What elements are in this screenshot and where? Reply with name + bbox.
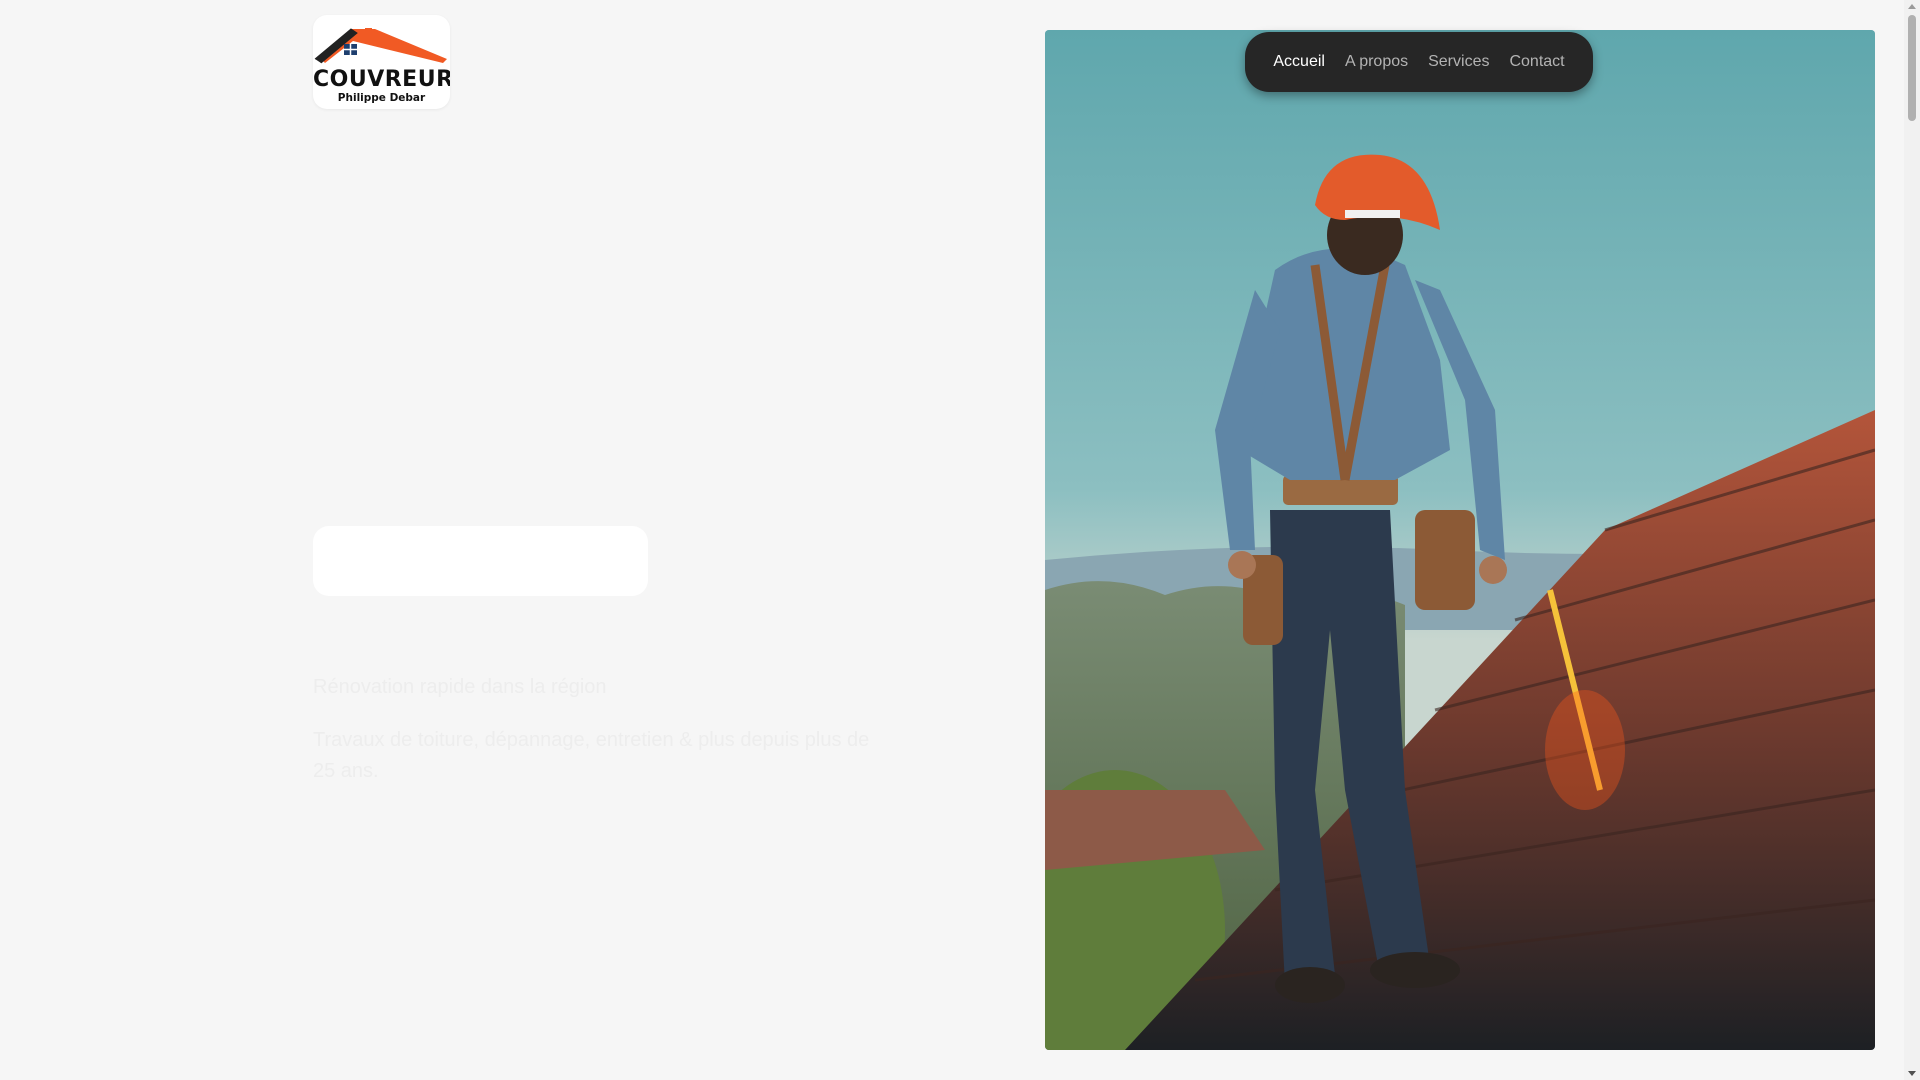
page: COUVREUR Philippe Debar Rénovation rapid… xyxy=(0,0,1920,1080)
nav-item-services[interactable]: Services xyxy=(1428,53,1489,71)
main-nav: Accueil A propos Services Contact xyxy=(1245,32,1593,92)
hero-description: Travaux de toiture, dépannage, entretien… xyxy=(313,729,870,782)
roofer-walking-on-tile-roof-photo xyxy=(1045,30,1875,1050)
nav-item-accueil[interactable]: Accueil xyxy=(1273,53,1325,71)
logo-title: COUVREUR xyxy=(313,67,450,92)
page-scrollbar[interactable] xyxy=(1904,0,1920,1080)
nav-item-a-propos[interactable]: A propos xyxy=(1345,53,1408,71)
scroll-down-icon[interactable] xyxy=(1908,1071,1916,1076)
scroll-up-icon[interactable] xyxy=(1908,4,1916,9)
scroll-thumb[interactable] xyxy=(1908,15,1916,121)
hero-cta-button[interactable] xyxy=(313,526,648,596)
hero-tagline: Rénovation rapide dans la région xyxy=(313,676,607,698)
logo-subtitle: Philippe Debar xyxy=(337,92,426,104)
nav-item-contact[interactable]: Contact xyxy=(1509,53,1564,71)
hero-image xyxy=(1045,30,1875,1050)
brand-logo[interactable]: COUVREUR Philippe Debar xyxy=(313,15,450,109)
